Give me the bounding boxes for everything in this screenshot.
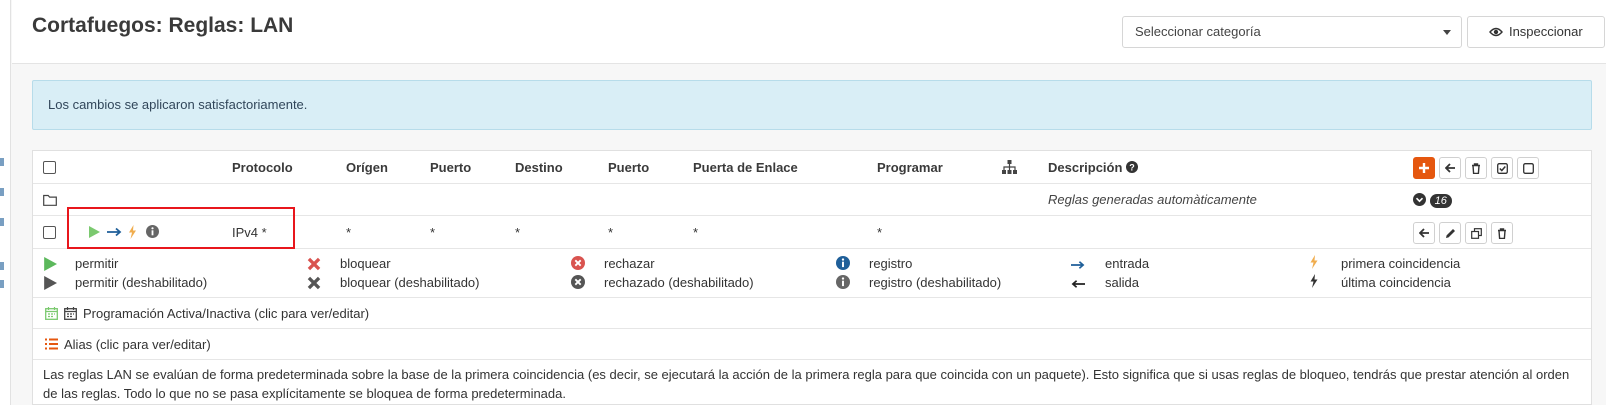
list-icon (45, 338, 58, 350)
legend-pass-disabled: permitir (deshabilitado) (75, 275, 208, 290)
trash-icon (1498, 227, 1506, 239)
delete-rule-button[interactable] (1491, 222, 1513, 244)
col-destination-port[interactable]: Puerto (608, 160, 649, 175)
rule-source-port: * (430, 225, 436, 240)
col-schedule[interactable]: Programar (877, 160, 943, 175)
col-description[interactable]: Descripción ? (1048, 160, 1139, 175)
legend-first-match: primera coincidencia (1341, 256, 1461, 271)
legend-block-disabled: bloquear (deshabilitado) (340, 275, 480, 290)
legend-in: entrada (1105, 256, 1150, 271)
arrow-left-icon (1418, 228, 1429, 238)
legend-last-match: última coincidencia (1341, 275, 1451, 290)
log-disabled-icon (836, 275, 850, 289)
last-match-icon (1310, 274, 1318, 288)
sidebar-edge (0, 0, 11, 405)
rule-gateway: * (693, 225, 699, 240)
legend-reject-disabled: rechazado (deshabilitado) (604, 275, 754, 290)
rule-schedule: * (877, 225, 883, 240)
arrow-in-icon (1071, 261, 1085, 269)
block-icon (307, 257, 321, 271)
clone-icon (1470, 227, 1482, 239)
delete-selected-button[interactable] (1465, 157, 1487, 179)
legend-block: bloquear (340, 256, 391, 271)
disable-selected-button[interactable] (1517, 157, 1539, 179)
legend-log: registro (869, 256, 913, 271)
reject-disabled-icon (571, 275, 585, 289)
enable-selected-button[interactable] (1491, 157, 1513, 179)
col-source-port[interactable]: Puerto (430, 160, 471, 175)
rules-panel: Protocolo Orígen Puerto Destino Puerto P… (32, 150, 1592, 405)
legend-reject: rechazar (604, 256, 655, 271)
question-circle-icon[interactable]: ? (1126, 161, 1139, 173)
trash-icon (1472, 162, 1480, 174)
edit-rule-button[interactable] (1439, 222, 1461, 244)
sidebar-fragment (0, 262, 4, 270)
caret-down-icon (1443, 30, 1451, 35)
move-selected-button[interactable] (1439, 157, 1461, 179)
alias-legend-row: Alias (clic para ver/editar) (33, 329, 1591, 360)
legend-schedule: Programación Activa/Inactiva (clic para … (83, 306, 370, 321)
eye-icon (1489, 27, 1504, 37)
legend-pass: permitir (75, 256, 119, 271)
move-rule-button[interactable] (1413, 222, 1435, 244)
pass-disabled-icon (44, 276, 57, 290)
check-square-icon (1496, 162, 1508, 174)
legend-row: permitir permitir (deshabilitado) bloque… (33, 249, 1591, 298)
arrow-left-icon (1444, 163, 1455, 173)
col-gateway[interactable]: Puerta de Enlace (693, 160, 798, 175)
rules-evaluation-note: Las reglas LAN se evalúan de forma prede… (43, 367, 1570, 401)
category-select-label: Seleccionar categoría (1135, 24, 1261, 39)
select-all-checkbox[interactable] (43, 161, 56, 174)
sidebar-fragment (0, 188, 4, 196)
calendar-active-icon (45, 307, 58, 320)
svg-text:?: ? (1129, 163, 1135, 173)
square-icon (1522, 162, 1534, 174)
col-protocol[interactable]: Protocolo (232, 160, 293, 175)
col-source[interactable]: Orígen (346, 160, 388, 175)
sidebar-fragment (0, 158, 4, 166)
pass-icon (44, 257, 57, 271)
inspect-label: Inspeccionar (1508, 24, 1583, 39)
rule-destination-port: * (608, 225, 614, 240)
alert-text: Los cambios se aplicaron satisfactoriame… (48, 97, 308, 112)
auto-rules-count: 16 (1429, 194, 1452, 208)
plus-icon (1419, 163, 1429, 173)
category-select[interactable]: Seleccionar categoría (1122, 16, 1462, 48)
sidebar-fragment (0, 218, 4, 226)
chevron-circle-down-icon (1413, 193, 1426, 206)
highlight-box (67, 207, 295, 249)
col-description-label: Descripción (1048, 160, 1123, 175)
col-destination[interactable]: Destino (515, 160, 563, 175)
log-icon (836, 256, 850, 270)
sidebar-fragment (0, 280, 4, 288)
auto-rules-description: Reglas generadas automàticamente (1048, 192, 1257, 207)
rule-destination: * (515, 225, 521, 240)
legend-alias: Alias (clic para ver/editar) (64, 337, 211, 352)
first-match-icon (1310, 255, 1318, 269)
rule-checkbox[interactable] (43, 226, 56, 239)
sitemap-icon (1002, 160, 1017, 174)
rule-source: * (346, 225, 352, 240)
legend-out: salida (1105, 275, 1139, 290)
pencil-icon (1445, 228, 1455, 238)
table-header-row: Protocolo Orígen Puerto Destino Puerto P… (33, 151, 1591, 184)
inspect-button[interactable]: Inspeccionar (1467, 16, 1605, 48)
arrow-out-icon (1071, 280, 1085, 288)
reject-icon (571, 256, 585, 270)
page-header: Cortafuegos: Reglas: LAN Seleccionar cat… (12, 0, 1606, 64)
legend-log-disabled: registro (deshabilitado) (869, 275, 1002, 290)
page-title: Cortafuegos: Reglas: LAN (32, 14, 294, 37)
auto-rules-toggle[interactable]: 16 (1413, 192, 1452, 208)
clone-rule-button[interactable] (1465, 222, 1487, 244)
add-rule-button[interactable] (1413, 157, 1435, 179)
block-disabled-icon (307, 276, 321, 290)
schedule-legend-row: Programación Activa/Inactiva (clic para … (33, 298, 1591, 329)
success-alert: Los cambios se aplicaron satisfactoriame… (32, 80, 1592, 130)
folder-icon (43, 194, 57, 206)
calendar-icon (64, 307, 77, 320)
